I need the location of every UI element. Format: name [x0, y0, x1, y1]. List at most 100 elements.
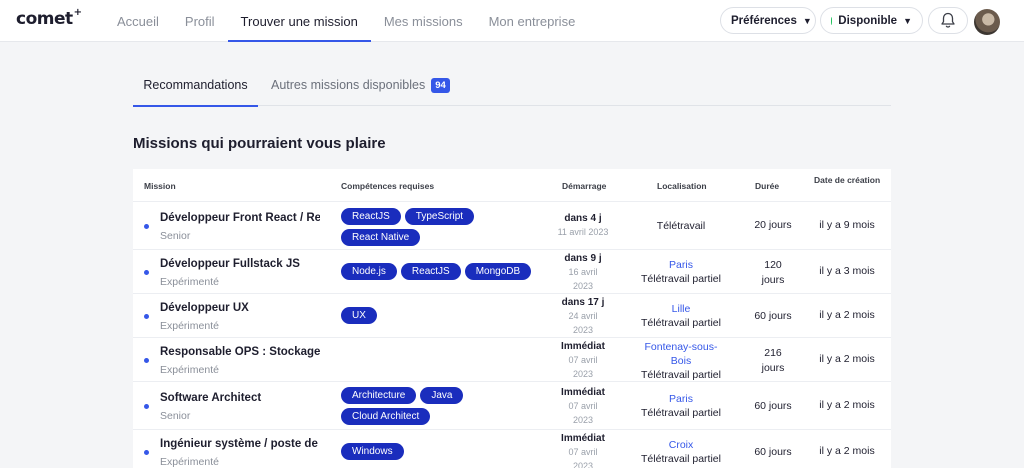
- created-cell: il y a 2 mois: [819, 353, 875, 365]
- skill-chip: UX: [341, 307, 377, 324]
- tab-autres-missions[interactable]: Autres missions disponibles 94: [271, 64, 450, 106]
- nav-mes-missions[interactable]: Mes missions: [371, 0, 476, 42]
- mission-title[interactable]: Ingénieur système / poste de travail: [160, 438, 320, 450]
- skill-chip: Windows: [341, 443, 404, 460]
- table-header: Mission Compétences requises Démarrage L…: [133, 169, 891, 202]
- header-start: Démarrage: [562, 181, 607, 191]
- skill-chip: React Native: [341, 229, 421, 246]
- unread-dot-icon: [144, 404, 149, 409]
- start-cell: Immédiat 07 avril 2023: [543, 386, 623, 427]
- nav-profil[interactable]: Profil: [172, 0, 228, 42]
- mission-level: Senior: [160, 410, 191, 422]
- mission-level: Expérimenté: [160, 456, 219, 468]
- start-date: 07 avril 2023: [568, 401, 598, 425]
- start-date: 24 avril 2023: [568, 311, 598, 335]
- city-link[interactable]: Fontenay-sous-Bois: [643, 340, 719, 368]
- tab-recommandations[interactable]: Recommandations: [133, 64, 258, 107]
- table-row[interactable]: Software Architect Senior Architecture J…: [133, 382, 891, 430]
- skill-chip: TypeScript: [404, 208, 475, 225]
- avatar[interactable]: [974, 9, 1000, 35]
- section-title: Missions qui pourraient vous plaire: [133, 135, 386, 152]
- nav-trouver-une-mission[interactable]: Trouver une mission: [227, 0, 372, 42]
- header-location: Localisation: [657, 181, 707, 191]
- skills-list: Architecture Java Cloud Architect: [341, 387, 541, 425]
- table-row[interactable]: Responsable OPS : Stockage et sauvegarde…: [133, 338, 891, 382]
- created-cell: il y a 2 mois: [819, 445, 875, 457]
- unread-dot-icon: [144, 270, 149, 275]
- duration-cell: 60 jours: [754, 446, 792, 458]
- missions-table: Mission Compétences requises Démarrage L…: [133, 169, 891, 468]
- mission-title[interactable]: Développeur Fullstack JS: [160, 258, 320, 270]
- duration-cell: 60 jours: [754, 310, 792, 322]
- city-link[interactable]: Paris: [628, 392, 734, 406]
- work-mode: Télétravail partiel: [641, 369, 721, 381]
- preferences-dropdown[interactable]: Préférences ▼: [720, 7, 816, 34]
- missions-tabs: Recommandations Autres missions disponib…: [133, 64, 891, 107]
- count-badge: 94: [431, 77, 450, 93]
- skills-list: ReactJS TypeScript React Native: [341, 208, 541, 246]
- skill-chip: MongoDB: [464, 263, 532, 280]
- start-date: 11 avril 2023: [557, 227, 609, 237]
- start-date: 07 avril 2023: [568, 447, 598, 468]
- status-dot-icon: [831, 16, 833, 25]
- start-date: 07 avril 2023: [568, 355, 598, 379]
- top-navbar: comet+ Accueil Profil Trouver une missio…: [0, 0, 1024, 42]
- mission-level: Senior: [160, 230, 191, 242]
- start-relative: Immédiat: [561, 387, 605, 398]
- mission-title[interactable]: Responsable OPS : Stockage et sauvegarde: [160, 346, 320, 358]
- nav-mon-entreprise[interactable]: Mon entreprise: [476, 0, 589, 42]
- table-row[interactable]: Développeur Front React / React Native S…: [133, 202, 891, 250]
- mission-title[interactable]: Développeur Front React / React Native: [160, 212, 320, 224]
- unread-dot-icon: [144, 450, 149, 455]
- start-cell: dans 17 j 24 avril 2023: [543, 296, 623, 337]
- notifications-button[interactable]: [928, 7, 968, 34]
- mission-title[interactable]: Développeur UX: [160, 302, 320, 314]
- city-link[interactable]: Paris: [628, 258, 734, 272]
- header-mission: Mission: [144, 181, 176, 191]
- start-date: 16 avril 2023: [568, 267, 598, 291]
- city-link[interactable]: Lille: [628, 302, 734, 316]
- mission-level: Expérimenté: [160, 320, 219, 332]
- skills-list: Node.js ReactJS MongoDB: [341, 263, 541, 280]
- work-mode: Télétravail partiel: [641, 273, 721, 285]
- start-cell: dans 4 j 11 avril 2023: [543, 212, 623, 239]
- unread-dot-icon: [144, 224, 149, 229]
- location-cell: Fontenay-sous-Bois Télétravail partiel: [628, 340, 734, 382]
- start-cell: Immédiat 07 avril 2023: [543, 340, 623, 381]
- location-cell: Croix Télétravail partiel: [628, 438, 734, 466]
- start-cell: Immédiat 07 avril 2023: [543, 432, 623, 468]
- header-created: Date de création: [814, 175, 881, 185]
- skill-chip: Cloud Architect: [341, 408, 431, 425]
- table-row[interactable]: Développeur UX Expérimenté UX dans 17 j …: [133, 294, 891, 338]
- work-mode: Télétravail partiel: [641, 407, 721, 419]
- city-link[interactable]: Croix: [628, 438, 734, 452]
- skill-chip: Node.js: [341, 263, 397, 280]
- start-relative: Immédiat: [561, 341, 605, 352]
- duration-cell: 120 jours: [761, 259, 785, 286]
- created-cell: il y a 2 mois: [819, 309, 875, 321]
- created-cell: il y a 9 mois: [819, 219, 875, 231]
- location-cell: Télétravail: [628, 219, 734, 233]
- created-cell: il y a 2 mois: [819, 399, 875, 411]
- mission-title[interactable]: Software Architect: [160, 392, 320, 404]
- skill-chip: Architecture: [341, 387, 417, 404]
- skill-chip: Java: [420, 387, 464, 404]
- comet-logo[interactable]: comet+: [16, 7, 82, 29]
- mission-level: Expérimenté: [160, 276, 219, 288]
- nav-accueil[interactable]: Accueil: [104, 0, 172, 42]
- unread-dot-icon: [144, 314, 149, 319]
- mission-level: Expérimenté: [160, 364, 219, 376]
- skill-chip: ReactJS: [400, 263, 461, 280]
- skills-list: UX: [341, 307, 541, 324]
- availability-dropdown[interactable]: Disponible ▼: [820, 7, 923, 34]
- table-row[interactable]: Développeur Fullstack JS Expérimenté Nod…: [133, 250, 891, 294]
- table-row[interactable]: Ingénieur système / poste de travail Exp…: [133, 430, 891, 468]
- location-cell: Paris Télétravail partiel: [628, 258, 734, 286]
- header-skills: Compétences requises: [341, 181, 435, 191]
- duration-cell: 60 jours: [754, 400, 792, 412]
- skill-chip: ReactJS: [341, 208, 401, 225]
- created-cell: il y a 3 mois: [819, 265, 875, 277]
- bell-icon: [941, 12, 955, 28]
- unread-dot-icon: [144, 358, 149, 363]
- start-relative: dans 4 j: [564, 213, 602, 224]
